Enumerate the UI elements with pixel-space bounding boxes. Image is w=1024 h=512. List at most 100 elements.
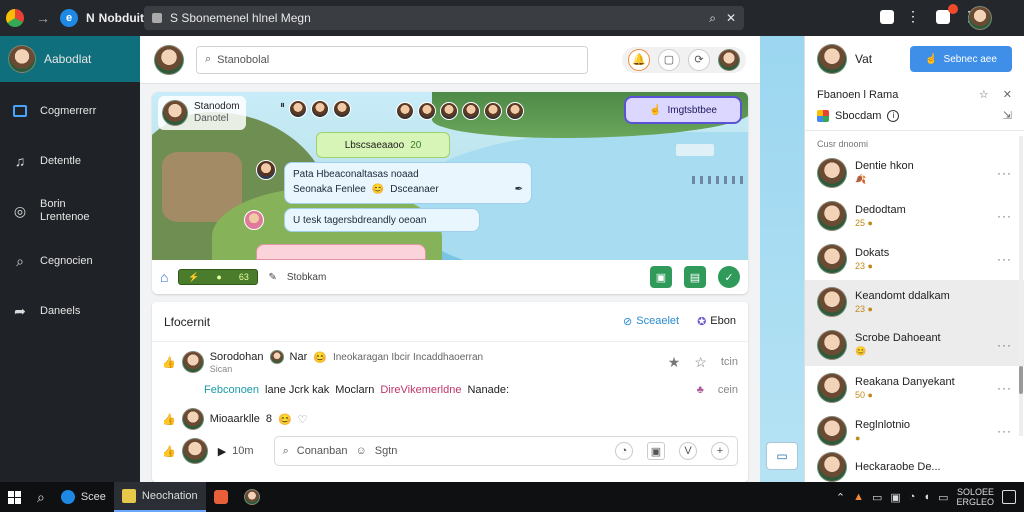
- more-icon[interactable]: ···: [997, 209, 1012, 223]
- more-icon[interactable]: ···: [997, 338, 1012, 352]
- search-input[interactable]: ⌕ Stanobolal: [196, 45, 588, 74]
- taskbar-app-3[interactable]: [206, 482, 236, 512]
- close-icon[interactable]: ✕: [726, 11, 736, 25]
- participant-avatar[interactable]: [440, 102, 458, 120]
- nav-item-4[interactable]: ⌕ Cegnocien: [0, 236, 140, 286]
- chevron-up-icon[interactable]: ⌃: [836, 491, 845, 504]
- body-c4[interactable]: DireVikemerldne: [380, 384, 461, 396]
- more-icon[interactable]: ···: [997, 252, 1012, 266]
- post-author-2[interactable]: Nar: [290, 351, 308, 363]
- star-icon[interactable]: ★: [668, 354, 681, 371]
- body-c1[interactable]: Febconoen: [204, 384, 259, 396]
- notification-center-icon[interactable]: [1002, 490, 1016, 504]
- bell-icon[interactable]: 🔔: [628, 48, 650, 71]
- share-button[interactable]: ☝ Sebnec aee: [910, 46, 1012, 72]
- play-icon[interactable]: ▶: [218, 445, 226, 458]
- friend-row[interactable]: Dokats 23 ● ···: [805, 237, 1024, 280]
- browser-logo-icon[interactable]: [6, 9, 24, 27]
- gif-icon[interactable]: V: [679, 442, 697, 460]
- info-icon[interactable]: i: [887, 109, 900, 122]
- fire-icon[interactable]: ▲: [853, 491, 864, 503]
- display-icon[interactable]: ▣: [890, 491, 900, 504]
- taskbar-app-2[interactable]: Neochation: [113, 482, 206, 512]
- post-author[interactable]: Sorodohan: [210, 351, 264, 363]
- edge-icon[interactable]: e: [60, 9, 78, 27]
- expand-chat-button[interactable]: ▭: [766, 442, 798, 470]
- screen-icon[interactable]: ▢: [658, 48, 680, 71]
- close-icon[interactable]: ✕: [1003, 88, 1012, 101]
- image-icon[interactable]: ▣: [647, 442, 665, 460]
- more-icon[interactable]: ···: [997, 381, 1012, 395]
- home-icon[interactable]: ⌂: [160, 269, 168, 285]
- pencil-icon[interactable]: ✎: [268, 272, 276, 283]
- participant-avatar[interactable]: [506, 102, 524, 120]
- header-user-avatar[interactable]: [718, 48, 740, 71]
- participant-avatar[interactable]: [289, 100, 307, 118]
- scrollbar-thumb[interactable]: [1019, 366, 1023, 394]
- participant-avatar[interactable]: [311, 100, 329, 118]
- pin-icon[interactable]: ☆: [979, 88, 989, 101]
- participant-avatar[interactable]: [484, 102, 502, 120]
- extensions-icon[interactable]: [880, 10, 894, 24]
- chat-bubble-green[interactable]: Lbscsaeaaoo 20: [316, 132, 450, 158]
- nav-item-5[interactable]: ➦ Daneels: [0, 286, 140, 336]
- star-outline-icon[interactable]: ☆: [694, 354, 707, 371]
- add-icon[interactable]: +: [711, 442, 729, 460]
- start-button[interactable]: [0, 482, 29, 512]
- refresh-icon[interactable]: ⟳: [688, 48, 710, 71]
- search-icon[interactable]: ⌕: [709, 11, 716, 26]
- heart-icon[interactable]: ♡: [298, 413, 308, 426]
- post-author-avatar[interactable]: [181, 351, 204, 373]
- reaction-icon[interactable]: ♣: [697, 384, 704, 396]
- participant-avatar[interactable]: [462, 102, 480, 120]
- post-2-author[interactable]: Mioaarklle: [210, 413, 260, 425]
- energy-progress[interactable]: ⚡ ● 63: [178, 269, 259, 285]
- friend-row[interactable]: Reakana Danyekant 50 ● ···: [805, 366, 1024, 409]
- collapse-icon[interactable]: ⇲: [1003, 109, 1012, 122]
- like-icon[interactable]: 👍: [162, 445, 176, 458]
- wifi-icon[interactable]: ◔: [909, 491, 916, 503]
- taskbar-search[interactable]: ⌕: [29, 482, 53, 512]
- nav-item-1[interactable]: Cogmerrerr: [0, 86, 140, 136]
- more-icon[interactable]: ···: [997, 166, 1012, 180]
- friend-row[interactable]: Heckaraobe De...: [805, 452, 1024, 482]
- friend-row[interactable]: Dentie hkon 🍂 ···: [805, 151, 1024, 194]
- nav-item-3[interactable]: ◎ Borin Lrentenoe: [0, 186, 140, 236]
- participant-avatar[interactable]: [418, 102, 436, 120]
- friend-row[interactable]: Reglnlotnio ● ···: [805, 409, 1024, 452]
- more-menu-icon[interactable]: ⋮: [906, 8, 920, 25]
- header-avatar[interactable]: [154, 44, 184, 75]
- chat-icon[interactable]: ▭: [872, 491, 882, 504]
- friend-row[interactable]: Keandomt ddalkam 23 ●: [805, 280, 1024, 323]
- gallery-button[interactable]: ▤: [684, 266, 706, 288]
- notifications-icon[interactable]: [936, 10, 950, 24]
- confirm-button[interactable]: ✓: [718, 266, 740, 288]
- user-avatar[interactable]: [968, 6, 992, 30]
- nav-item-2[interactable]: ♫ Detentle: [0, 136, 140, 186]
- taskbar-app-1[interactable]: Scee: [53, 482, 114, 512]
- address-bar[interactable]: S Sbonemenel hlnel Megn ⌕ ✕: [144, 6, 744, 30]
- camera-button[interactable]: ▣: [650, 266, 672, 288]
- nav-profile[interactable]: Aabodlat: [0, 36, 140, 82]
- feed-link-2[interactable]: ✪ Ebon: [697, 315, 736, 328]
- post-author-avatar[interactable]: [181, 408, 204, 430]
- feed-link-1[interactable]: ⊘ Sceaelet: [623, 315, 679, 328]
- friend-row[interactable]: Scrobe Dahoeant 😊 ···: [805, 323, 1024, 366]
- right-user-avatar[interactable]: [817, 44, 847, 74]
- taskbar-app-4[interactable]: [236, 482, 268, 512]
- emoji-picker-icon[interactable]: ☺: [356, 445, 367, 457]
- clock[interactable]: SOLOEE ERGLEO: [956, 487, 994, 507]
- chat-bubble-pink[interactable]: [256, 244, 426, 260]
- active-tab[interactable]: N Nobduit: [86, 11, 144, 25]
- chat-bubble-blue-2[interactable]: U tesk tagersbdreandly oeoan: [284, 208, 480, 232]
- chat-bubble-blue-1[interactable]: Pata Hbeaconaltasas noaad Seonaka Fenlee…: [284, 162, 532, 204]
- like-icon[interactable]: 👍: [162, 413, 176, 426]
- volume-icon[interactable]: ◖: [923, 491, 930, 503]
- like-icon[interactable]: 👍: [162, 356, 176, 369]
- battery-icon[interactable]: ▭: [938, 491, 948, 504]
- participant-avatar[interactable]: [396, 102, 414, 120]
- more-icon[interactable]: ···: [997, 424, 1012, 438]
- friend-row[interactable]: Dedodtam 25 ● ···: [805, 194, 1024, 237]
- comment-input[interactable]: ⌕ Conanban ☺ Sgtn ◔ ▣ V +: [273, 436, 738, 466]
- quest-pill[interactable]: ☝ Imgtsbtbee: [624, 96, 742, 124]
